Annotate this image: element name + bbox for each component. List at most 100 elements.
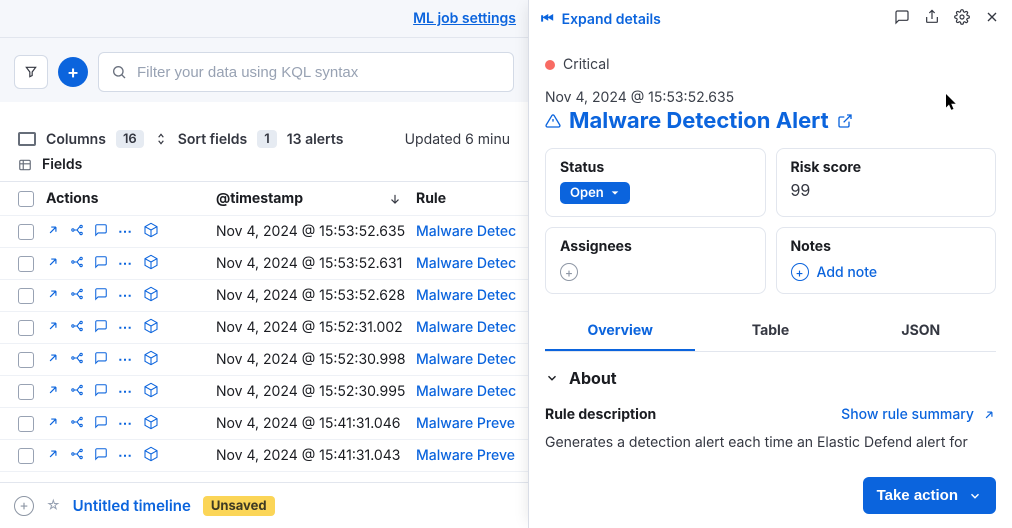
analyzer-icon[interactable] (70, 415, 84, 433)
analyzer-icon[interactable] (70, 383, 84, 401)
table-row[interactable]: ⋯Nov 4, 2024 @ 15:41:31.046Malware Preve (0, 408, 528, 440)
new-timeline-button[interactable]: + (14, 496, 34, 516)
row-timestamp: Nov 4, 2024 @ 15:52:31.002 (216, 319, 416, 336)
row-checkbox[interactable] (18, 448, 34, 464)
session-icon[interactable] (94, 255, 108, 273)
more-icon[interactable]: ⋯ (118, 447, 133, 464)
share-icon[interactable] (924, 9, 940, 29)
tab-table[interactable]: Table (695, 312, 845, 351)
table-row[interactable]: ⋯Nov 4, 2024 @ 15:53:52.628Malware Detec (0, 280, 528, 312)
more-icon[interactable]: ⋯ (118, 415, 133, 432)
cube-icon[interactable] (143, 286, 159, 306)
row-rule-link[interactable]: Malware Detec (416, 351, 528, 368)
row-checkbox[interactable] (18, 352, 34, 368)
row-rule-link[interactable]: Malware Detec (416, 319, 528, 336)
row-checkbox[interactable] (18, 288, 34, 304)
session-icon[interactable] (94, 447, 108, 465)
add-filter-button[interactable]: + (58, 57, 88, 87)
table-row[interactable]: ⋯Nov 4, 2024 @ 15:53:52.631Malware Detec (0, 248, 528, 280)
notes-card: Notes + Add note (776, 227, 997, 294)
row-rule-link[interactable]: Malware Detec (416, 287, 528, 304)
row-checkbox[interactable] (18, 384, 34, 400)
session-icon[interactable] (94, 223, 108, 241)
status-pill[interactable]: Open (560, 182, 630, 204)
row-checkbox[interactable] (18, 320, 34, 336)
close-icon[interactable] (984, 9, 1000, 29)
expand-icon[interactable] (46, 383, 60, 401)
expand-icon[interactable] (46, 255, 60, 273)
more-icon[interactable]: ⋯ (118, 287, 133, 304)
cube-icon[interactable] (143, 414, 159, 434)
expand-icon[interactable] (46, 351, 60, 369)
more-icon[interactable]: ⋯ (118, 351, 133, 368)
session-icon[interactable] (94, 319, 108, 337)
analyzer-icon[interactable] (70, 351, 84, 369)
row-checkbox[interactable] (18, 416, 34, 432)
analyzer-icon[interactable] (70, 319, 84, 337)
take-action-button[interactable]: Take action (863, 477, 996, 514)
expand-icon[interactable] (46, 447, 60, 465)
cube-icon[interactable] (143, 318, 159, 338)
columns-icon (18, 132, 36, 146)
expand-icon[interactable] (46, 287, 60, 305)
row-rule-link[interactable]: Malware Detec (416, 383, 528, 400)
expand-icon[interactable] (46, 223, 60, 241)
analyzer-icon[interactable] (70, 447, 84, 465)
sort-label[interactable]: Sort fields (178, 131, 247, 148)
about-section-toggle[interactable]: About (545, 368, 996, 388)
row-rule-link[interactable]: Malware Detec (416, 255, 528, 272)
table-row[interactable]: ⋯ Nov 4, 2024 @ 15:53:52.635Malware Detec (0, 216, 528, 248)
row-checkbox[interactable] (18, 256, 34, 272)
col-rule[interactable]: Rule (416, 190, 528, 207)
row-rule-link[interactable]: Malware Detec (416, 223, 528, 240)
row-checkbox[interactable] (18, 224, 34, 240)
add-note-button[interactable]: + Add note (791, 263, 982, 281)
add-assignee-button[interactable]: + (560, 263, 578, 281)
sort-desc-icon[interactable] (388, 192, 402, 206)
expand-details-button[interactable]: ⏮ Expand details (541, 11, 661, 28)
row-rule-link[interactable]: Malware Preve (416, 415, 528, 432)
filter-button[interactable] (14, 55, 48, 89)
cube-icon[interactable] (143, 350, 159, 370)
kql-input[interactable] (137, 64, 501, 81)
expand-icon[interactable] (46, 319, 60, 337)
show-rule-summary-link[interactable]: Show rule summary (841, 406, 996, 423)
alert-title-link[interactable]: Malware Detection Alert (545, 108, 996, 134)
expand-icon[interactable] (46, 415, 60, 433)
star-icon[interactable]: ☆ (46, 497, 61, 514)
ml-job-settings-link[interactable]: ML job settings (413, 10, 516, 27)
more-icon[interactable]: ⋯ (118, 255, 133, 272)
cube-icon[interactable] (143, 222, 159, 242)
funnel-icon (24, 65, 38, 79)
col-timestamp[interactable]: @timestamp (216, 190, 303, 207)
table-row[interactable]: ⋯Nov 4, 2024 @ 15:52:30.998Malware Detec (0, 344, 528, 376)
session-icon[interactable] (94, 351, 108, 369)
alert-timestamp: Nov 4, 2024 @ 15:53:52.635 (545, 89, 996, 106)
table-row[interactable]: ⋯Nov 4, 2024 @ 15:41:31.043Malware Preve (0, 440, 528, 472)
analyzer-icon[interactable] (70, 223, 84, 241)
fields-label[interactable]: Fields (42, 156, 82, 173)
session-icon[interactable] (94, 415, 108, 433)
chat-icon[interactable] (894, 9, 910, 29)
table-row[interactable]: ⋯Nov 4, 2024 @ 15:52:30.995Malware Detec (0, 376, 528, 408)
session-icon[interactable] (94, 287, 108, 305)
row-rule-link[interactable]: Malware Preve (416, 447, 528, 464)
tab-json[interactable]: JSON (846, 312, 996, 351)
columns-label[interactable]: Columns (46, 131, 106, 148)
cube-icon[interactable] (143, 254, 159, 274)
analyzer-icon[interactable] (70, 255, 84, 273)
more-icon[interactable]: ⋯ (118, 383, 133, 400)
session-icon[interactable] (94, 383, 108, 401)
more-icon[interactable]: ⋯ (118, 319, 133, 336)
analyzer-icon[interactable] (70, 287, 84, 305)
timeline-title[interactable]: Untitled timeline (73, 496, 191, 515)
cube-icon[interactable] (143, 382, 159, 402)
select-all-checkbox[interactable] (18, 191, 34, 207)
gear-icon[interactable] (954, 9, 970, 29)
tab-overview[interactable]: Overview (545, 312, 695, 351)
more-icon[interactable]: ⋯ (118, 223, 133, 240)
row-timestamp: Nov 4, 2024 @ 15:53:52.635 (216, 223, 416, 240)
kql-input-wrap[interactable] (98, 52, 514, 92)
table-row[interactable]: ⋯ Nov 4, 2024 @ 15:52:31.002Malware Detec (0, 312, 528, 344)
cube-icon[interactable] (143, 446, 159, 466)
